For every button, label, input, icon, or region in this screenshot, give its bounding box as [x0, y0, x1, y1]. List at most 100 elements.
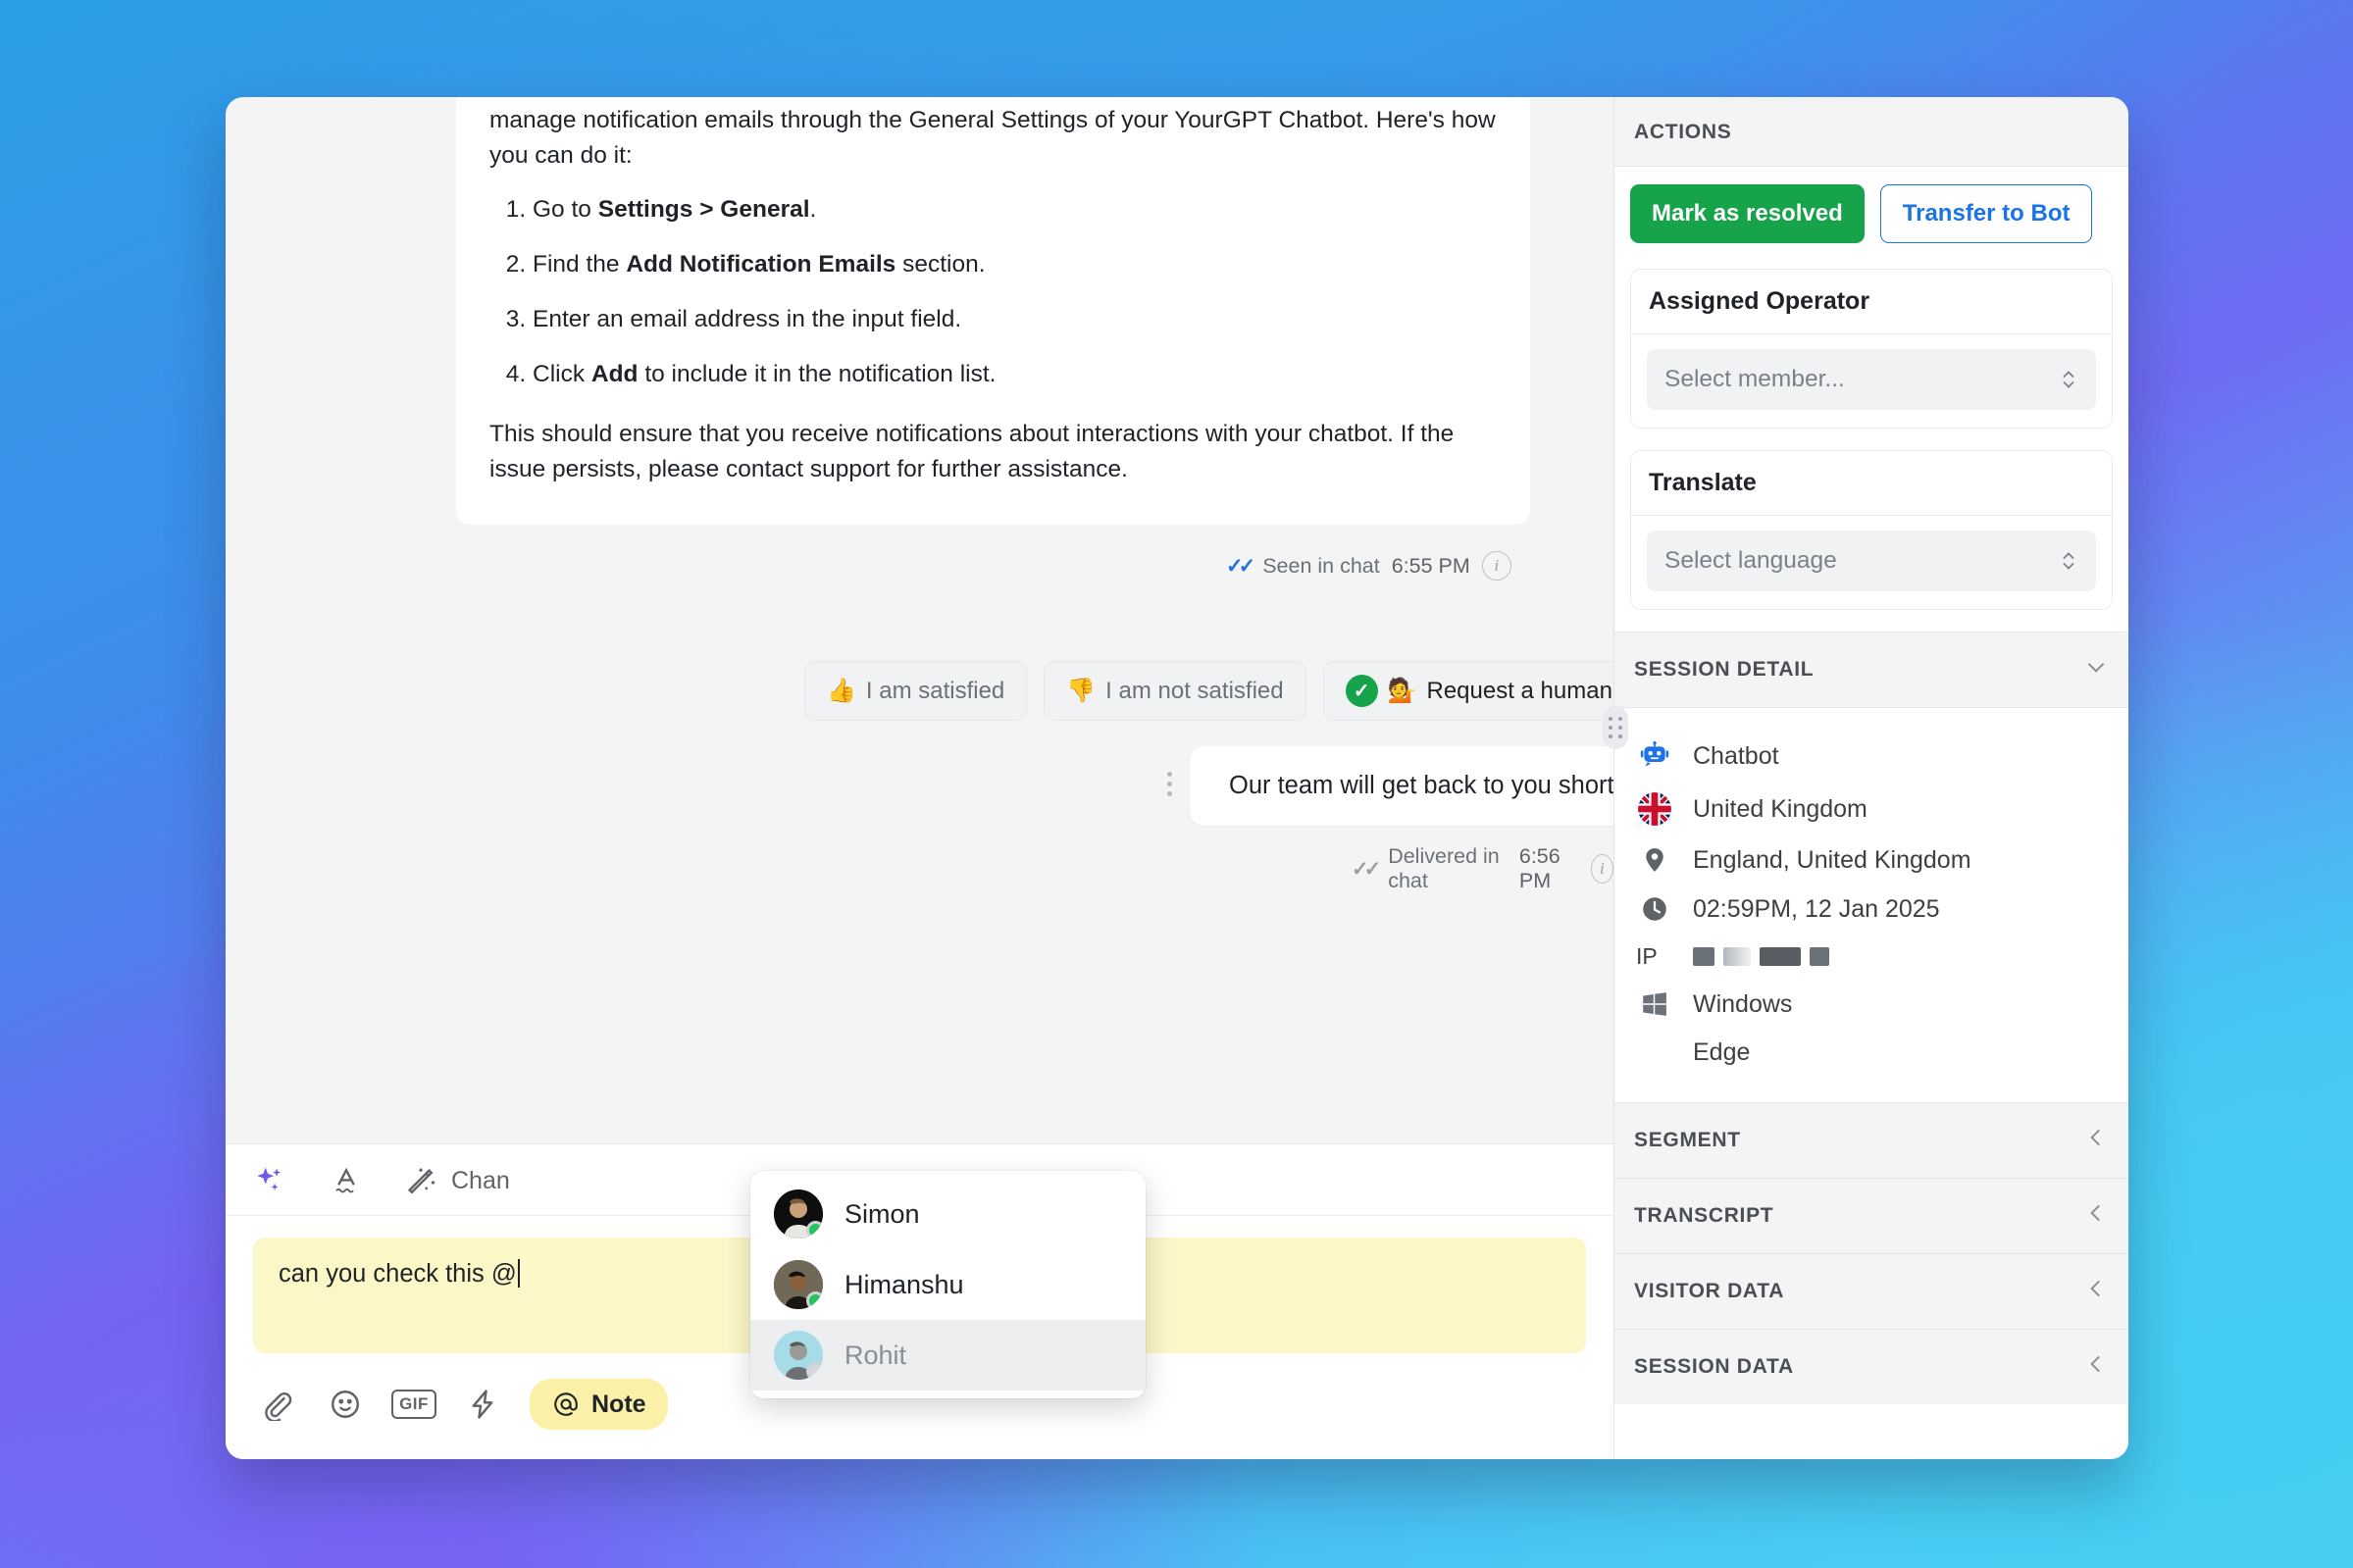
emoji-icon — [332, 1391, 359, 1418]
delivered-status-row: ✓✓ Delivered in chat 6:56 PM i — [1352, 844, 1613, 893]
mention-item-himanshu[interactable]: Himanshu — [750, 1249, 1146, 1320]
note-mode-toggle[interactable]: Note — [530, 1379, 668, 1430]
thumbs-up-icon: 👍 — [827, 678, 856, 704]
text-caret — [517, 1259, 520, 1288]
attachment-icon — [265, 1391, 292, 1421]
detail-item-source: Chatbot — [1636, 730, 2107, 783]
ip-label: IP — [1636, 943, 1658, 969]
actions-header-label: ACTIONS — [1634, 121, 1732, 143]
info-icon[interactable]: i — [1590, 854, 1613, 884]
feedback-chip-group: 👍 I am satisfied 👎 I am not satisfied ✓ … — [804, 661, 1613, 721]
assigned-operator-value: Select member... — [1664, 366, 1845, 392]
robot-icon — [1636, 739, 1673, 773]
text-format-icon — [335, 1167, 355, 1193]
detail-value: Chatbot — [1693, 741, 1779, 770]
section-label: VISITOR DATA — [1634, 1280, 1785, 1302]
mention-dropdown[interactable]: Simon Himanshu Rohit — [750, 1171, 1146, 1398]
section-label: SEGMENT — [1634, 1129, 1741, 1151]
change-tone-button[interactable]: Chan — [406, 1164, 510, 1197]
quick-reply-button[interactable] — [461, 1383, 504, 1426]
ai-assist-button[interactable] — [253, 1164, 286, 1197]
status-dot-online — [806, 1221, 823, 1239]
section-segment[interactable]: SEGMENT — [1614, 1102, 2128, 1179]
list-item: Click Add to include it in the notificat… — [533, 357, 1497, 392]
chat-window: manage notification emails through the G… — [226, 97, 2128, 1459]
message-menu-icon[interactable] — [1167, 772, 1172, 796]
mention-item-label: Simon — [844, 1198, 920, 1229]
actions-header: ACTIONS — [1614, 97, 2128, 167]
step-tail: to include it in the notification list. — [638, 361, 997, 388]
chevron-left-icon — [2083, 1125, 2109, 1156]
bot-message-closing: This should ensure that you receive noti… — [489, 420, 1455, 482]
text-format-button[interactable] — [330, 1164, 363, 1197]
detail-value: United Kingdom — [1693, 794, 1867, 823]
operator-message-text: Our team will get back to you shortly! — [1229, 772, 1613, 799]
bot-message-bubble: manage notification emails through the G… — [456, 97, 1530, 525]
sparkles-icon — [257, 1167, 281, 1190]
translate-language-select[interactable]: Select language — [1647, 531, 2096, 591]
gif-button[interactable]: GIF — [391, 1383, 436, 1426]
location-pin-icon — [1636, 845, 1673, 875]
magic-wand-icon — [407, 1168, 435, 1194]
section-label: SESSION DATA — [1634, 1355, 1794, 1378]
action-buttons: Mark as resolved Transfer to Bot — [1630, 184, 2113, 243]
mention-item-rohit[interactable]: Rohit — [750, 1320, 1146, 1391]
mark-as-resolved-button[interactable]: Mark as resolved — [1630, 184, 1865, 243]
session-detail-list: Chatbot United Kingdom England, United K… — [1614, 708, 2128, 1102]
operator-message-row: Our team will get back to you shortly! — [1167, 746, 1613, 826]
chevron-updown-icon — [2059, 549, 2078, 573]
avatar — [774, 1189, 823, 1239]
assigned-operator-title: Assigned Operator — [1631, 270, 2112, 334]
step-text: Find the — [533, 250, 627, 278]
operator-message-bubble: Our team will get back to you shortly! — [1190, 746, 1613, 826]
check-circle-icon: ✓ — [1345, 675, 1378, 707]
assigned-operator-card: Assigned Operator Select member... — [1630, 269, 2113, 429]
section-session-data[interactable]: SESSION DATA — [1614, 1330, 2128, 1404]
step-tail: section. — [895, 250, 986, 278]
at-icon — [554, 1392, 578, 1416]
message-thread[interactable]: manage notification emails through the G… — [226, 97, 1613, 1143]
detail-item-time: 02:59PM, 12 Jan 2025 — [1636, 885, 2107, 934]
status-dot-offline — [806, 1362, 823, 1380]
seen-status-row: ✓✓ Seen in chat 6:55 PM i — [1226, 551, 1511, 581]
detail-value: 02:59PM, 12 Jan 2025 — [1693, 894, 1940, 923]
chevron-left-icon — [2083, 1200, 2109, 1232]
redacted-ip-value — [1693, 947, 1829, 966]
mention-item-simon[interactable]: Simon — [750, 1179, 1146, 1249]
session-detail-header[interactable]: SESSION DETAIL — [1614, 632, 2128, 708]
double-check-icon: ✓✓ — [1226, 554, 1255, 578]
chip-satisfied[interactable]: 👍 I am satisfied — [804, 661, 1028, 721]
translate-title: Translate — [1631, 451, 2112, 516]
detail-value: Edge — [1693, 1038, 1751, 1066]
step-bold: Settings > General — [597, 195, 810, 223]
chip-label: Request a human operator — [1426, 677, 1613, 704]
section-transcript[interactable]: TRANSCRIPT — [1614, 1179, 2128, 1254]
uk-flag-icon — [1636, 792, 1673, 826]
seen-status-label: Seen in chat — [1262, 553, 1380, 578]
delivered-status-time: 6:56 PM — [1518, 844, 1560, 892]
detail-item-location: England, United Kingdom — [1636, 835, 2107, 885]
windows-icon — [1636, 989, 1673, 1019]
section-visitor-data[interactable]: VISITOR DATA — [1614, 1254, 2128, 1330]
translate-body: Select language — [1631, 516, 2112, 609]
attachment-button[interactable] — [255, 1383, 298, 1426]
seen-status-time: 6:55 PM — [1391, 553, 1470, 578]
person-tipping-hand-icon: 💁 — [1387, 678, 1417, 704]
mention-item-label: Rohit — [844, 1340, 907, 1370]
list-item: Go to Settings > General. — [533, 192, 1497, 228]
chip-request-human-operator[interactable]: ✓ 💁 Request a human operator — [1322, 661, 1613, 721]
info-icon[interactable]: i — [1481, 551, 1511, 581]
translate-card: Translate Select language — [1630, 450, 2113, 610]
chip-not-satisfied[interactable]: 👎 I am not satisfied — [1044, 661, 1306, 721]
detail-item-os: Windows — [1636, 980, 2107, 1029]
assigned-operator-body: Select member... — [1631, 334, 2112, 428]
chevron-left-icon — [2083, 1351, 2109, 1383]
emoji-button[interactable] — [324, 1383, 367, 1426]
step-bold: Add Notification Emails — [626, 250, 896, 278]
assigned-operator-select[interactable]: Select member... — [1647, 349, 2096, 410]
clock-icon — [1636, 894, 1673, 924]
transfer-to-bot-button[interactable]: Transfer to Bot — [1879, 184, 2093, 243]
step-tail: . — [809, 195, 817, 223]
panel-resize-handle[interactable] — [1603, 706, 1628, 749]
double-check-icon: ✓✓ — [1352, 857, 1381, 881]
